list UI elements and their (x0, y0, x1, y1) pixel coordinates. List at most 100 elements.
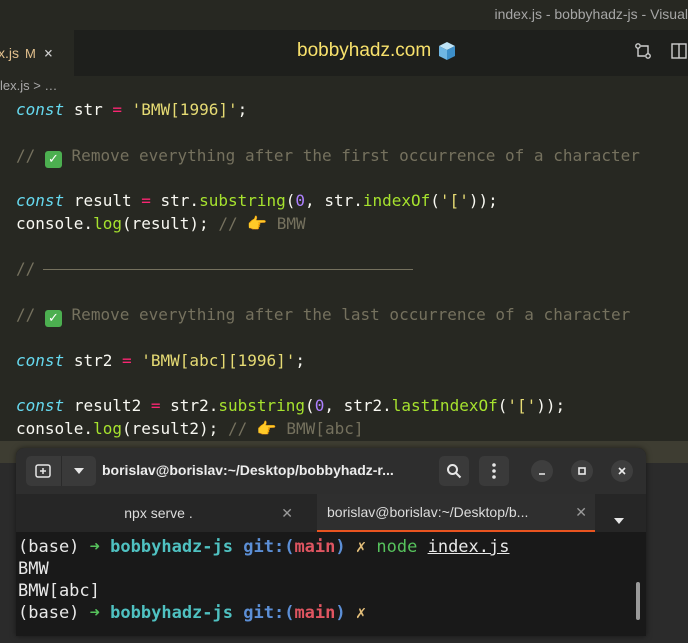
check-mark-icon: ✓ (44, 151, 62, 168)
close-icon (618, 467, 626, 475)
menu-button[interactable] (479, 456, 509, 486)
git-branch: main (294, 537, 336, 557)
new-tab-button[interactable] (26, 456, 61, 486)
comment-prefix: // (16, 146, 36, 165)
search-button[interactable] (439, 456, 469, 486)
prompt-line: (base) ➜ bobbyhadz-js git:(main) ✗ node … (18, 536, 509, 558)
window-titlebar: index.js - bobbyhadz-js - Visual (0, 0, 688, 30)
terminal-tabs: npx serve . ✕ borislav@borislav:~/Deskto… (16, 494, 646, 532)
code-line-12: const str2 = 'BMW[abc][1996]'; (16, 350, 305, 372)
identifier: result (73, 191, 132, 210)
tab-label: npx serve . (124, 505, 193, 521)
kebab-menu-icon (492, 463, 496, 479)
method-name: lastIndexOf (391, 396, 498, 415)
comment-prefix: // (227, 419, 248, 438)
tab-label: borislav@borislav:~/Desktop/b... (327, 504, 529, 520)
editor-actions (634, 42, 688, 60)
object-ref: console. (16, 214, 94, 233)
close-button[interactable] (611, 460, 633, 482)
conda-env: (base) (18, 537, 80, 557)
close-parens: )); (468, 191, 498, 210)
minimize-button[interactable] (531, 460, 553, 482)
args: , str. (305, 191, 363, 210)
paren: ( (305, 396, 315, 415)
object-ref: str. (160, 191, 200, 210)
git-label: git:( (243, 603, 295, 623)
tab-borislav-shell[interactable]: borislav@borislav:~/Desktop/b... ✕ (317, 494, 595, 532)
command: node (376, 537, 418, 557)
scrollbar[interactable] (636, 582, 640, 620)
search-icon (447, 464, 462, 479)
identifier: str (73, 100, 103, 119)
maximize-icon (578, 467, 586, 475)
operator: = (150, 396, 161, 415)
operator: = (121, 351, 132, 370)
string-literal: 'BMW[abc][1996]' (141, 351, 296, 370)
prompt-arrow: ➜ (89, 603, 100, 623)
tabs-overflow-button[interactable] (614, 509, 624, 528)
site-name: bobbyhadz.com (297, 40, 432, 61)
source-compare-icon[interactable] (634, 42, 652, 60)
conda-env: (base) (18, 603, 80, 623)
editor-tabbar: x.js M × bobbyhadz.com (0, 30, 688, 76)
divider-line (43, 269, 414, 270)
operator: = (112, 100, 122, 119)
code-line-14: const result2 = str2.substring(0, str2.l… (16, 395, 565, 417)
close-tab-icon[interactable]: ✕ (575, 504, 587, 521)
terminal-window[interactable]: borislav@borislav:~/Desktop/bobbyhadz-r.… (16, 448, 646, 636)
split-editor-icon[interactable] (670, 42, 688, 60)
code-line-6: console.log(result); // 👉 BMW (16, 213, 306, 235)
terminal-output[interactable]: (base) ➜ bobbyhadz-js git:(main) ✗ node … (16, 532, 646, 636)
operator: = (141, 191, 151, 210)
code-editor[interactable]: lex.js > … const str = 'BMW[1996]'; // ✓… (0, 76, 688, 463)
new-tab-icon (35, 464, 51, 478)
command-arg: index.js (427, 537, 510, 557)
string-literal: '[' (507, 396, 537, 415)
code-content: const str = 'BMW[1996]'; // ✓ Remove eve… (16, 76, 640, 438)
args: , str2. (324, 396, 392, 415)
identifier: result2 (73, 396, 142, 415)
paren: ( (285, 191, 296, 210)
git-branch: main (294, 603, 336, 623)
terminal-headerbar: borislav@borislav:~/Desktop/bobbyhadz-r.… (16, 448, 646, 494)
current-dir: bobbyhadz-js (110, 537, 233, 557)
new-tab-menu-button[interactable] (62, 456, 97, 486)
code-line-3: // ✓ Remove everything after the first o… (16, 145, 640, 168)
window-title: index.js - bobbyhadz-js - Visual (494, 6, 688, 22)
output-line: BMW (18, 559, 49, 579)
git-label: git:( (243, 537, 295, 557)
code-line-10: // ✓ Remove everything after the last oc… (16, 304, 630, 327)
tab-index-js[interactable]: x.js M × (0, 30, 74, 76)
cube-icon (439, 42, 456, 60)
dirty-marker: ✗ (355, 603, 367, 623)
comment-output: BMW (276, 214, 306, 233)
close-icon[interactable]: × (44, 44, 53, 62)
object-ref: console. (16, 419, 94, 438)
identifier: str2 (73, 351, 113, 370)
git-label-close: ) (335, 537, 346, 557)
dirty-marker: ✗ (355, 537, 367, 557)
close-tab-icon[interactable]: ✕ (281, 505, 293, 522)
tab-label: x.js (0, 45, 19, 61)
keyword: const (16, 396, 65, 415)
pointing-hand-icon: 👉 (256, 419, 277, 438)
current-dir: bobbyhadz-js (110, 603, 233, 623)
number-literal: 0 (314, 396, 325, 415)
method-name: substring (199, 191, 286, 210)
method-name: substring (218, 396, 306, 415)
code-line-8: // (16, 258, 414, 280)
git-label-close: ) (335, 603, 346, 623)
prompt-arrow: ➜ (89, 537, 100, 557)
method-name: indexOf (362, 191, 431, 210)
comment-prefix: // (218, 214, 238, 233)
method-name: log (93, 214, 122, 233)
string-literal: 'BMW[1996]' (131, 100, 238, 119)
tab-npx-serve[interactable]: npx serve . ✕ (16, 494, 301, 532)
method-name: log (93, 419, 122, 438)
semicolon: ; (295, 351, 306, 370)
comment-output: BMW[abc] (286, 419, 364, 438)
maximize-button[interactable] (571, 460, 593, 482)
prompt-line: (base) ➜ bobbyhadz-js git:(main) ✗ (18, 602, 366, 624)
paren: ( (497, 396, 508, 415)
comment-text: Remove everything after the first occurr… (71, 146, 640, 165)
